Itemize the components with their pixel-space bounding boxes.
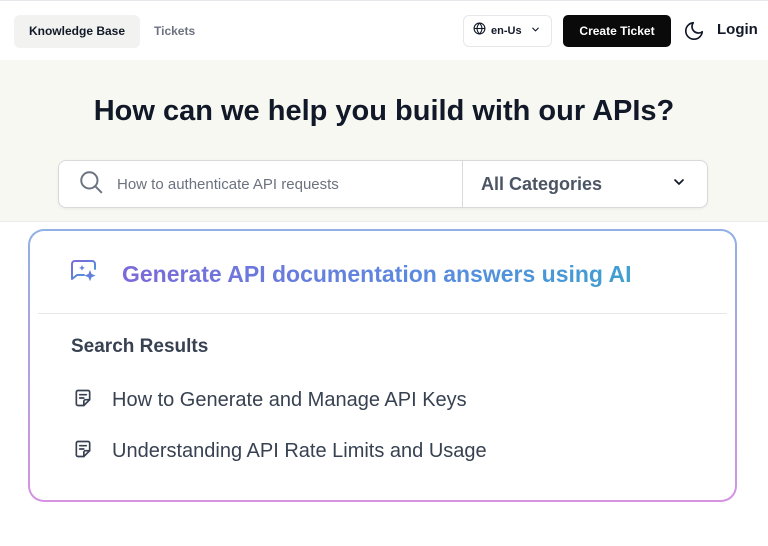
language-selector[interactable]: en-Us bbox=[463, 15, 552, 47]
category-select[interactable]: All Categories bbox=[463, 161, 707, 207]
create-ticket-button[interactable]: Create Ticket bbox=[563, 15, 671, 47]
chevron-down-icon bbox=[671, 174, 687, 195]
search-input[interactable] bbox=[117, 175, 417, 193]
ai-generate-option[interactable]: Generate API documentation answers using… bbox=[70, 257, 632, 292]
search-results-panel: Generate API documentation answers using… bbox=[28, 229, 737, 502]
tab-tickets[interactable]: Tickets bbox=[154, 15, 195, 48]
tab-knowledge-base[interactable]: Knowledge Base bbox=[14, 15, 140, 48]
search-result-item[interactable]: Understanding API Rate Limits and Usage bbox=[73, 439, 487, 464]
search-result-item[interactable]: How to Generate and Manage API Keys bbox=[73, 388, 467, 413]
search-results-heading: Search Results bbox=[71, 336, 209, 357]
ai-generate-label: Generate API documentation answers using… bbox=[122, 261, 632, 287]
page-title: How can we help you build with our APIs? bbox=[93, 95, 675, 127]
search-result-title: Understanding API Rate Limits and Usage bbox=[112, 440, 487, 462]
search-icon bbox=[78, 169, 104, 200]
moon-icon[interactable] bbox=[683, 20, 705, 42]
divider bbox=[38, 313, 727, 314]
search-result-title: How to Generate and Manage API Keys bbox=[112, 389, 467, 411]
search-results-card: Generate API documentation answers using… bbox=[30, 231, 735, 500]
hero-section: How can we help you build with our APIs?… bbox=[0, 60, 768, 222]
search-field bbox=[59, 161, 463, 207]
document-icon bbox=[73, 388, 93, 413]
search-bar: All Categories bbox=[58, 160, 708, 208]
login-link[interactable]: Login bbox=[717, 21, 758, 38]
document-icon bbox=[73, 439, 93, 464]
top-nav: Knowledge Base Tickets en-Us Create Tick… bbox=[0, 0, 768, 60]
category-label: All Categories bbox=[481, 173, 603, 194]
globe-icon bbox=[473, 22, 486, 40]
chevron-down-icon bbox=[530, 22, 541, 40]
language-label: en-Us bbox=[491, 25, 522, 37]
ai-chat-sparkle-icon bbox=[70, 257, 100, 292]
